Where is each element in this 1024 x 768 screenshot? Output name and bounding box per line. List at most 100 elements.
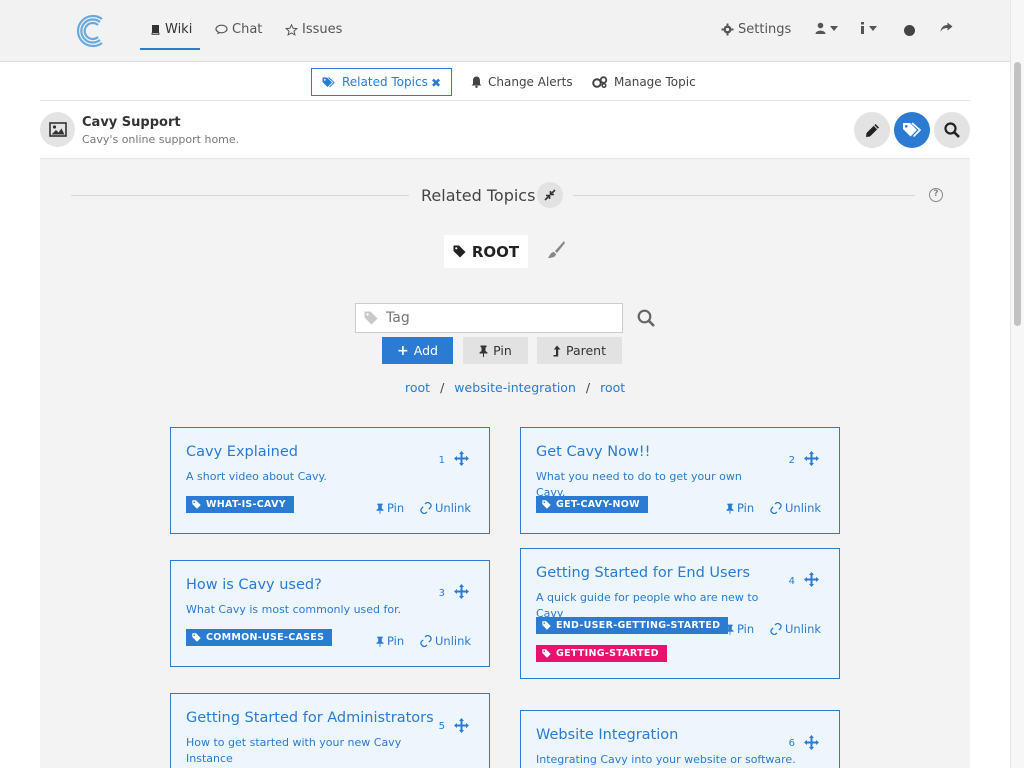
topic-card-title[interactable]: Getting Started for Administrators bbox=[186, 710, 434, 726]
topic-card-title[interactable]: How is Cavy used? bbox=[186, 577, 322, 593]
parent-label: Parent bbox=[565, 343, 606, 358]
topic-card-title[interactable]: Cavy Explained bbox=[186, 444, 298, 460]
settings-menu[interactable]: Settings bbox=[721, 22, 791, 37]
card-pin-label: Pin bbox=[387, 501, 405, 515]
parent-button[interactable]: Parent bbox=[537, 337, 622, 364]
pin-icon bbox=[376, 636, 384, 647]
add-button[interactable]: + Add bbox=[382, 337, 453, 364]
info-menu[interactable] bbox=[860, 22, 877, 34]
topic-card-order: 5 bbox=[438, 721, 445, 732]
search-icon bbox=[944, 122, 960, 138]
image-icon bbox=[48, 122, 67, 137]
card-unlink-button[interactable]: Unlink bbox=[770, 622, 821, 636]
topic-tag[interactable]: END-USER-GETTING-STARTED bbox=[536, 617, 729, 634]
gear-icon bbox=[721, 23, 734, 36]
share-icon bbox=[940, 22, 953, 32]
card-unlink-label: Unlink bbox=[435, 501, 472, 515]
related-topics-tab[interactable]: Related Topics ✖ bbox=[311, 68, 452, 96]
breadcrumb-separator: / bbox=[440, 380, 445, 395]
collapse-button[interactable] bbox=[537, 182, 563, 208]
tag-icon bbox=[542, 621, 551, 630]
search-icon[interactable] bbox=[637, 309, 655, 331]
topic-card-order: 4 bbox=[788, 576, 795, 587]
page-scrollbar[interactable] bbox=[1010, 0, 1024, 768]
cavy-logo[interactable] bbox=[72, 12, 108, 50]
tags-icon bbox=[903, 122, 922, 138]
breadcrumb-item[interactable]: root bbox=[405, 380, 430, 395]
paint-brush-icon[interactable] bbox=[546, 240, 566, 264]
move-icon[interactable] bbox=[804, 735, 819, 750]
pin-button[interactable]: Pin bbox=[463, 337, 528, 364]
manage-topic-link[interactable]: Manage Topic bbox=[592, 68, 696, 96]
tab-issues[interactable]: Issues bbox=[285, 22, 342, 37]
tag-search-field[interactable] bbox=[355, 303, 623, 333]
divider bbox=[71, 195, 409, 196]
topic-card[interactable]: Getting Started for Administrators How t… bbox=[170, 693, 490, 768]
move-icon[interactable] bbox=[454, 584, 469, 599]
tab-chat[interactable]: Chat bbox=[215, 22, 262, 37]
move-icon[interactable] bbox=[804, 451, 819, 466]
move-icon[interactable] bbox=[454, 718, 469, 733]
tag-input[interactable] bbox=[386, 310, 586, 326]
topic-card-title[interactable]: Get Cavy Now!! bbox=[536, 444, 650, 460]
pencil-icon bbox=[865, 123, 879, 137]
topic-card-description: What Cavy is most commonly used for. bbox=[186, 603, 402, 616]
topic-tag[interactable]: WHAT-IS-CAVY bbox=[186, 496, 294, 513]
topic-tag-label: GETTING-STARTED bbox=[556, 648, 659, 659]
move-icon[interactable] bbox=[804, 572, 819, 587]
user-menu[interactable] bbox=[815, 22, 838, 34]
topic-card[interactable]: Cavy Explained A short video about Cavy.… bbox=[170, 427, 490, 534]
card-pin-button[interactable]: Pin bbox=[726, 622, 754, 636]
topic-tag[interactable]: COMMON-USE-CASES bbox=[186, 629, 333, 646]
topic-card-title[interactable]: Website Integration bbox=[536, 727, 678, 743]
topic-card[interactable]: Website Integration Integrating Cavy int… bbox=[520, 710, 840, 768]
topic-tag[interactable]: GET-CAVY-NOW bbox=[536, 496, 648, 513]
caret-down-icon bbox=[869, 25, 877, 31]
topic-tag-label: END-USER-GETTING-STARTED bbox=[556, 620, 721, 631]
status-dot-icon[interactable] bbox=[904, 25, 915, 36]
card-unlink-button[interactable]: Unlink bbox=[420, 634, 471, 648]
tags-button[interactable] bbox=[894, 112, 930, 148]
help-icon[interactable]: ? bbox=[929, 188, 943, 202]
card-unlink-button[interactable]: Unlink bbox=[420, 501, 471, 515]
caret-down-icon bbox=[830, 25, 838, 31]
change-alerts-label: Change Alerts bbox=[488, 75, 573, 89]
topic-card[interactable]: Get Cavy Now!! What you need to do to ge… bbox=[520, 427, 840, 534]
move-icon[interactable] bbox=[454, 451, 469, 466]
topic-card-order: 6 bbox=[788, 738, 795, 749]
topic-tag[interactable]: GETTING-STARTED bbox=[536, 645, 667, 662]
comment-icon bbox=[215, 24, 228, 35]
book-icon bbox=[151, 25, 160, 35]
root-tag-chip[interactable]: ROOT bbox=[444, 235, 528, 268]
unlink-icon bbox=[770, 502, 782, 514]
close-icon[interactable]: ✖ bbox=[431, 76, 441, 90]
tab-wiki-label: Wiki bbox=[165, 22, 193, 37]
avatar[interactable] bbox=[40, 112, 75, 147]
card-pin-button[interactable]: Pin bbox=[376, 501, 404, 515]
topic-card-title[interactable]: Getting Started for End Users bbox=[536, 565, 750, 581]
card-unlink-label: Unlink bbox=[785, 501, 822, 515]
plus-icon: + bbox=[397, 342, 409, 359]
tab-wiki[interactable]: Wiki bbox=[150, 22, 192, 37]
card-pin-button[interactable]: Pin bbox=[726, 501, 754, 515]
add-label: Add bbox=[413, 343, 438, 358]
unlink-icon bbox=[420, 502, 432, 514]
topic-card-description: A short video about Cavy. bbox=[186, 470, 327, 483]
breadcrumb-separator: / bbox=[585, 380, 591, 395]
topic-card[interactable]: How is Cavy used? What Cavy is most comm… bbox=[170, 560, 490, 667]
topic-card-order: 2 bbox=[788, 455, 795, 466]
topic-card[interactable]: Getting Started for End Users A quick gu… bbox=[520, 548, 840, 679]
share-button[interactable] bbox=[940, 22, 953, 33]
star-icon bbox=[285, 23, 298, 36]
edit-button[interactable] bbox=[854, 112, 890, 148]
tag-icon bbox=[192, 633, 201, 642]
scrollbar-thumb[interactable] bbox=[1014, 62, 1021, 326]
breadcrumb-item[interactable]: website-integration bbox=[454, 380, 576, 395]
search-button[interactable] bbox=[934, 112, 970, 148]
card-pin-button[interactable]: Pin bbox=[376, 634, 404, 648]
card-unlink-button[interactable]: Unlink bbox=[770, 501, 821, 515]
breadcrumb-item[interactable]: root bbox=[600, 380, 625, 395]
change-alerts-link[interactable]: Change Alerts bbox=[471, 68, 573, 96]
topic-card-order: 1 bbox=[438, 455, 445, 466]
tag-icon bbox=[542, 649, 551, 658]
